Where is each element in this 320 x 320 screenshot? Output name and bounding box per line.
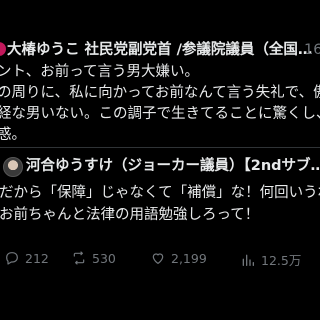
view-count: 12.5万 <box>261 253 302 268</box>
quoted-tweet-text: ント、お前って言う男大嫌い。 の周りに、私に向かってお前なんて言う失礼で、傲 経… <box>0 62 320 146</box>
reply-tweet-text: だから「保障」じゃなくて「補償」な！何回いうね お前ちゃんと法律の用語勉強しろっ… <box>0 182 320 226</box>
views-icon <box>242 254 254 266</box>
quoted-text-line: ント、お前って言う男大嫌い。 <box>0 64 199 80</box>
repost-count: 530 <box>92 250 116 266</box>
reply-text-line: だから「保障」じゃなくて「補償」な！何回いうね <box>0 185 320 201</box>
reply-icon <box>6 252 18 265</box>
repost-icon <box>73 251 85 265</box>
views-button[interactable]: 12.5万 <box>240 250 301 269</box>
author-avatar-icon[interactable] <box>0 42 6 56</box>
quoted-text-line: 惑。 <box>0 127 26 143</box>
tweet-actions: 212 530 2,199 12.5万 <box>0 250 320 270</box>
reply-text-line: お前ちゃんと法律の用語勉強しろって！ <box>0 207 260 223</box>
quoted-tweet-time[interactable]: 16 <box>304 41 320 59</box>
heart-icon <box>152 253 164 264</box>
like-button[interactable]: 2,199 <box>150 250 207 266</box>
divider <box>0 147 320 148</box>
reply-button[interactable]: 212 <box>4 250 49 266</box>
bottom-area <box>0 285 320 320</box>
quoted-author-name[interactable]: 大椿ゆうこ 社民党副党首 /参議院議員（全国… <box>7 42 312 58</box>
like-count: 2,199 <box>171 250 207 266</box>
quoted-text-line: の周りに、私に向かってお前なんて言う失礼で、傲 <box>0 85 320 101</box>
reply-count: 212 <box>25 250 49 266</box>
reply-author-name[interactable]: 河合ゆうすけ（ジョーカー議員）【2ndサブ… <box>26 157 320 175</box>
quoted-text-line: 経な男いない。この調子で生きてることに驚くし、 <box>0 106 320 122</box>
quoted-author-row[interactable]: 大椿ゆうこ 社民党副党首 /参議院議員（全国… 16 <box>0 41 320 59</box>
repost-button[interactable]: 530 <box>71 250 116 266</box>
avatar[interactable] <box>3 157 23 177</box>
